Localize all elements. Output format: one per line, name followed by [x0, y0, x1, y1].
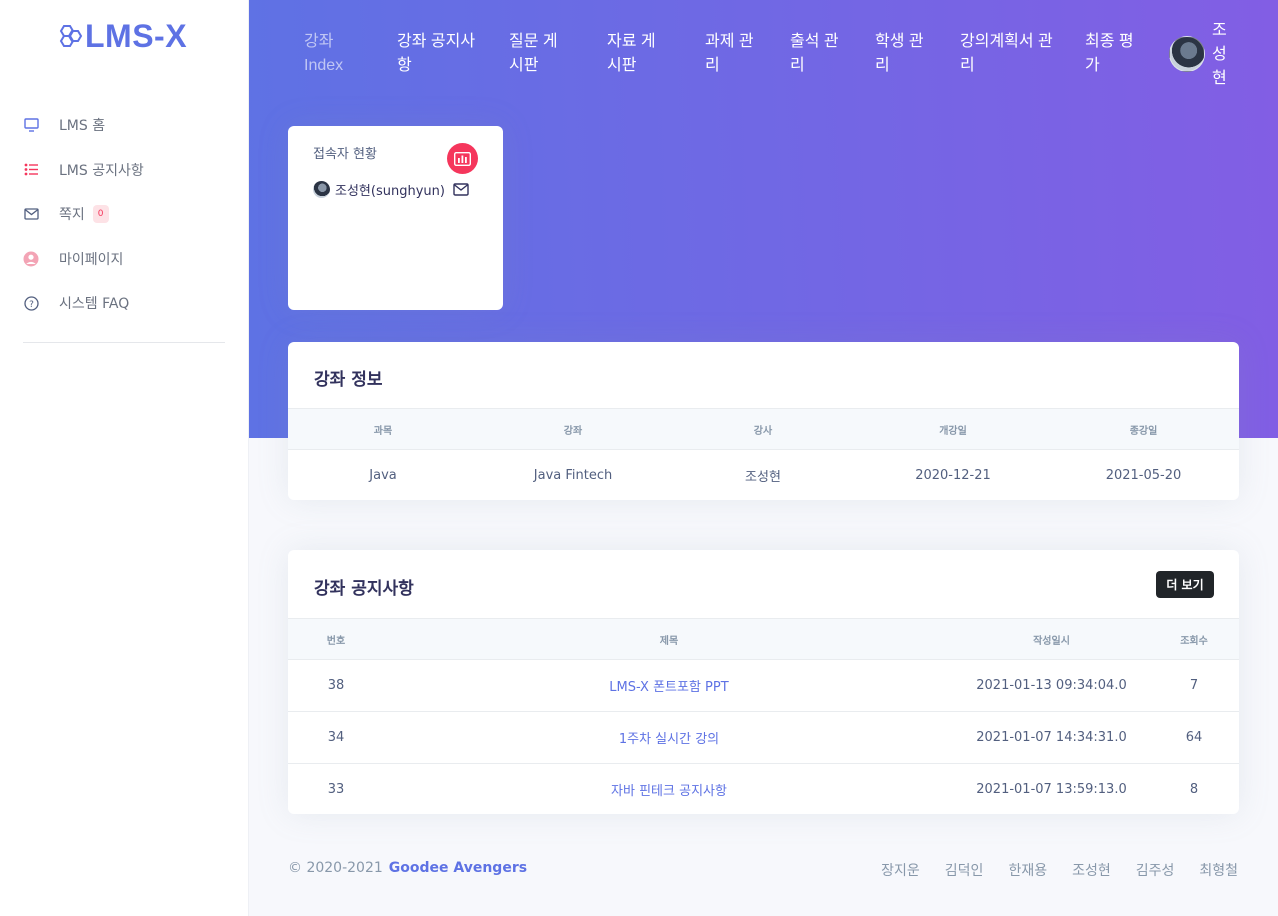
column-header: 작성일시	[954, 618, 1149, 660]
cell-start-date: 2020-12-21	[915, 467, 991, 483]
sidebar-item-label: LMS 공지사항	[59, 162, 144, 179]
column-header: 종강일	[1048, 408, 1239, 450]
notice-title-link[interactable]: LMS-X 폰트포함 PPT	[384, 659, 954, 712]
sidebar-item-label: 마이페이지	[59, 251, 124, 268]
cell-number: 38	[288, 659, 384, 712]
table-row: 38 LMS-X 폰트포함 PPT 2021-01-13 09:34:04.0 …	[288, 659, 1239, 712]
logo-hexagon-icon	[59, 25, 83, 47]
cell-views: 7	[1149, 659, 1239, 712]
tab-qna-board[interactable]: 질문 게시판	[509, 30, 571, 78]
logo-text: LMS-X	[85, 17, 188, 54]
logo[interactable]: LMS-X	[55, 16, 187, 56]
column-header: 강좌	[478, 408, 668, 450]
sidebar-item-label: LMS 홈	[59, 118, 106, 135]
footer-member-link[interactable]: 한재용	[1008, 860, 1047, 880]
tab-syllabus[interactable]: 강의계획서 관리	[960, 30, 1060, 78]
envelope-icon	[23, 206, 39, 222]
footer-member-link[interactable]: 장지운	[881, 860, 920, 880]
column-header: 번호	[288, 618, 384, 660]
bar-chart-icon	[447, 143, 478, 174]
cell-course: Java Fintech	[533, 467, 613, 483]
tab-resource-board[interactable]: 자료 게시판	[607, 30, 669, 78]
tab-course-index[interactable]: 강좌 Index	[304, 30, 360, 78]
table-row: Java Java Fintech 조성현 2020-12-21 2021-05…	[288, 450, 1239, 501]
sidebar-divider	[23, 342, 225, 343]
cell-instructor: 조성현	[745, 469, 781, 485]
tab-attendance[interactable]: 출석 관리	[790, 30, 852, 78]
notice-title-link[interactable]: 자바 핀테크 공지사항	[384, 764, 954, 816]
cell-views: 64	[1149, 711, 1239, 764]
notice-title-link[interactable]: 1주차 실시간 강의	[384, 711, 954, 764]
table-row: 34 1주차 실시간 강의 2021-01-07 14:34:31.0 64	[288, 711, 1239, 764]
visitor-status-card: 접속자 현황 조성현(sunghyun)	[288, 126, 503, 310]
cell-date: 2021-01-13 09:34:04.0	[954, 659, 1149, 712]
question-circle-icon: ?	[23, 295, 39, 311]
cell-date: 2021-01-07 14:34:31.0	[954, 711, 1149, 764]
footer-copyright: © 2020-2021 Goodee Avengers	[288, 860, 527, 876]
visitor-status-title: 접속자 현황	[313, 147, 377, 162]
column-header: 강사	[668, 408, 858, 450]
table-header-row: 번호 제목 작성일시 조회수	[288, 618, 1239, 660]
cell-end-date: 2021-05-20	[1105, 467, 1182, 483]
send-message-icon[interactable]	[453, 183, 469, 196]
sidebar-nav: LMS 홈 LMS 공지사항 쪽지 0 마이페이지 ? 시스템 FAQ	[0, 103, 249, 326]
visitor-row: 조성현(sunghyun)	[313, 180, 469, 199]
course-notice-table: 번호 제목 작성일시 조회수 38 LMS-X 폰트포함 PPT 2021-01…	[288, 618, 1239, 816]
cell-number: 33	[327, 782, 345, 798]
course-info-table: 과목 강좌 강사 개강일 종강일 Java Java Fintech 조성현 2…	[288, 408, 1239, 501]
table-row: 33 자바 핀테크 공지사항 2021-01-07 13:59:13.0 8	[288, 764, 1239, 816]
list-icon	[23, 162, 39, 178]
column-header: 개강일	[858, 408, 1048, 450]
cell-subject: Java	[369, 467, 397, 483]
sidebar-item-label: 쪽지	[59, 207, 85, 224]
tab-students[interactable]: 학생 관리	[875, 30, 937, 78]
footer-member-link[interactable]: 최형철	[1199, 860, 1238, 880]
sidebar: LMS-X LMS 홈 LMS 공지사항 쪽지 0 마이페이지 ? 시스템 FA…	[0, 0, 249, 916]
footer-team-link[interactable]: Goodee Avengers	[389, 860, 527, 876]
column-header: 과목	[288, 408, 478, 450]
column-header: 제목	[384, 618, 954, 660]
user-avatar[interactable]	[1169, 36, 1205, 72]
tab-course-notice[interactable]: 강좌 공지사항	[397, 30, 477, 78]
course-notice-title: 강좌 공지사항	[314, 579, 414, 599]
cell-date: 2021-01-07 13:59:13.0	[976, 782, 1127, 798]
course-info-card: 강좌 정보 과목 강좌 강사 개강일 종강일 Java Java Fintech…	[288, 342, 1239, 500]
tab-final-evaluation[interactable]: 최종 평가	[1085, 30, 1147, 78]
cell-number: 34	[288, 711, 384, 764]
sidebar-item-lms-notice[interactable]: LMS 공지사항	[0, 148, 249, 193]
more-button[interactable]: 더 보기	[1156, 571, 1214, 598]
user-name[interactable]: 조성현	[1212, 18, 1228, 90]
cell-views: 8	[1189, 782, 1199, 798]
footer-member-link[interactable]: 조성현	[1072, 860, 1111, 880]
table-header-row: 과목 강좌 강사 개강일 종강일	[288, 408, 1239, 450]
message-count-badge: 0	[92, 205, 109, 224]
column-header: 조회수	[1149, 618, 1239, 660]
sidebar-item-mypage[interactable]: 마이페이지	[0, 237, 249, 282]
tab-assignment[interactable]: 과제 관리	[705, 30, 767, 78]
svg-text:?: ?	[29, 300, 34, 310]
course-notice-card: 강좌 공지사항 더 보기 번호 제목 작성일시 조회수 38 LMS-X 폰트포…	[288, 550, 1239, 814]
footer-member-link[interactable]: 김덕인	[945, 860, 984, 880]
top-nav: 강좌 Index 강좌 공지사항 질문 게시판 자료 게시판 과제 관리 출석 …	[249, 0, 1278, 110]
visitor-avatar	[313, 181, 330, 198]
visitor-name: 조성현(sunghyun)	[335, 184, 445, 199]
user-circle-icon	[23, 251, 39, 267]
copyright-text: © 2020-2021	[288, 860, 383, 876]
sidebar-item-lms-home[interactable]: LMS 홈	[0, 103, 249, 148]
sidebar-item-label: 시스템 FAQ	[59, 296, 130, 313]
footer-member-link[interactable]: 김주성	[1136, 860, 1175, 880]
monitor-icon	[23, 117, 39, 133]
sidebar-item-messages[interactable]: 쪽지 0	[0, 192, 249, 237]
course-info-title: 강좌 정보	[314, 370, 383, 390]
sidebar-item-faq[interactable]: ? 시스템 FAQ	[0, 281, 249, 326]
footer-members: 장지운 김덕인 한재용 조성현 김주성 최형철	[881, 860, 1238, 880]
